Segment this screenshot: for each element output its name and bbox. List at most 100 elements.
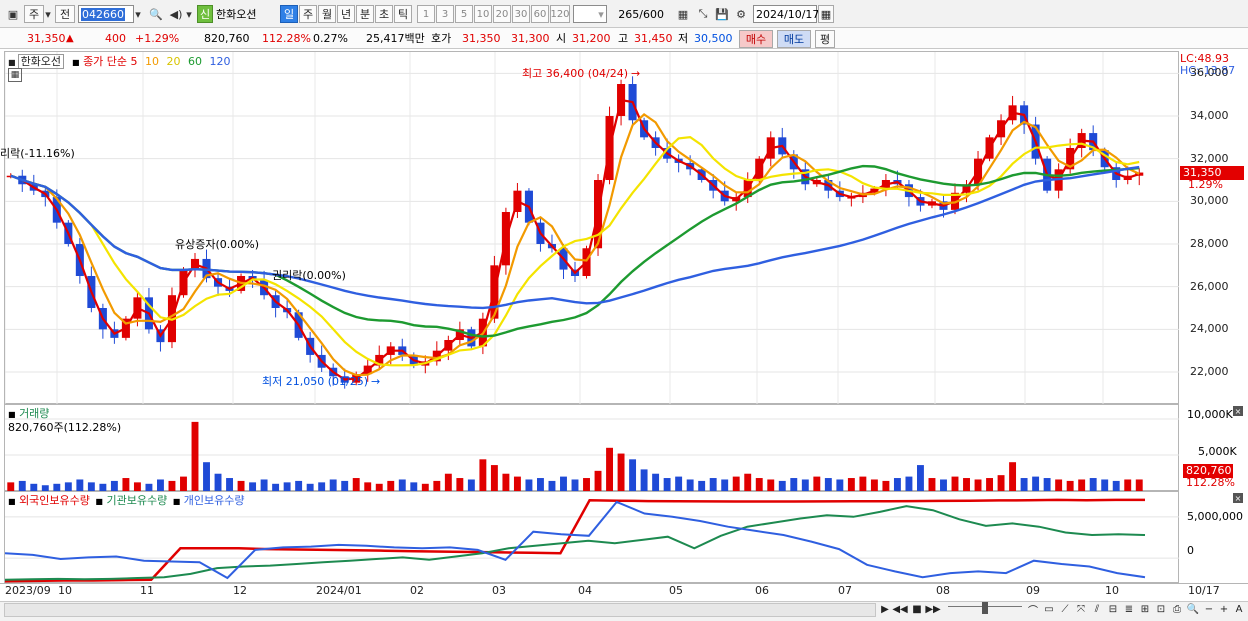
screenshot-icon[interactable]: ⎙ [1170,602,1184,616]
gear-icon[interactable]: ⚙ [732,5,750,23]
ma120-label: 120 [209,55,231,68]
window-menu-icon[interactable]: ▣ [4,5,22,23]
x-axis-label: 10 [58,584,72,597]
zoom-slider-handle[interactable] [982,602,988,614]
save-icon[interactable]: 💾 [713,5,731,23]
fast-back-icon[interactable]: ◀◀ [892,602,907,616]
count-field[interactable]: 265/600 [610,5,666,23]
volume-bar [18,480,26,491]
volume-bar [951,476,959,491]
sell-button[interactable]: 매도 [777,30,811,48]
buy-button[interactable]: 매수 [739,30,773,48]
cross-line-icon[interactable]: ⤧ [1074,602,1088,616]
open-value: 31,200 [572,32,611,45]
interval-5[interactable]: 5 [455,5,473,23]
volume-bar [583,478,590,491]
volume-close-icon[interactable]: × [1233,406,1243,416]
volume-ytick-10000k: 10,000K [1187,408,1233,421]
fast-forward-icon[interactable]: ▶▶ [925,602,940,616]
channel-icon[interactable]: ⫽ [1090,602,1104,616]
volume-bar [364,482,372,491]
eval-button[interactable]: 평 [815,30,835,48]
period-minute[interactable]: 분 [356,5,374,23]
minus-icon[interactable]: − [1202,602,1216,616]
prev-label: 전 [59,8,71,21]
text-tool-icon[interactable]: A [1232,602,1246,616]
stop-icon[interactable]: ■ [910,602,924,616]
interval-20[interactable]: 20 [493,5,511,23]
measure-icon[interactable]: ▭ [1042,602,1056,616]
period-second[interactable]: 초 [375,5,393,23]
stock-code-input[interactable]: 042660 [78,5,134,23]
plus-icon[interactable]: + [1217,602,1231,616]
compare-icon[interactable]: ▦ [674,5,692,23]
period-tick[interactable]: 틱 [394,5,412,23]
holder-axis [1179,491,1248,583]
volume-bar [629,459,637,491]
arrow-right-icon: → [631,67,641,80]
x-axis [0,583,1248,601]
calendar-button[interactable]: ▦ [818,5,834,23]
date-input[interactable]: 2024/10/17 [753,5,819,23]
shape-icon[interactable]: ⊞ [1138,602,1152,616]
volume-bar [663,478,671,491]
scroll-right-icon[interactable]: ▶ [878,602,892,616]
interval-60[interactable]: 60 [531,5,549,23]
volume-bar [790,478,798,491]
main-toolbar: ▣ 주 ▾ 전 042660 ▾ 🔍 ◀) ▾ 신 한화오션 일 주 월 년 분… [0,0,1248,28]
ratio-icon[interactable]: ⊟ [1106,602,1120,616]
fibo-icon[interactable]: ≣ [1122,602,1136,616]
speaker-dropdown-icon[interactable]: ▾ [184,5,194,23]
calendar-icon: ▦ [820,7,832,21]
market-select[interactable]: 주 [24,5,44,23]
holder-line-individual [5,500,1146,580]
tools-icon[interactable]: ⤡ [694,5,712,23]
interval-120[interactable]: 120 [550,5,570,23]
interval-10[interactable]: 10 [474,5,492,23]
scroll-track[interactable] [4,603,876,617]
volume-bar [53,483,61,491]
price-ytick: 34,000 [1190,109,1229,122]
x-axis-label: 2023/09 [5,584,51,597]
volume-bar [744,473,752,491]
legend-marker-icon: ■ [72,58,80,67]
volume-bar [905,476,913,491]
buy-label: 매수 [745,33,767,46]
volume-bar [847,478,855,491]
prev-button[interactable]: 전 [55,5,75,23]
turnover-value: 0.27% [313,32,348,45]
draw-tool-icon[interactable]: ⌒ [1026,602,1040,617]
search-icon[interactable]: 🔍 [1186,602,1200,616]
interval-1[interactable]: 1 [417,5,435,23]
price-ytick: 26,000 [1190,279,1229,293]
period-day[interactable]: 일 [280,5,298,23]
trend-line-icon[interactable]: ⟋ [1058,602,1072,616]
period-week[interactable]: 주 [299,5,317,23]
market-dropdown-icon[interactable]: ▾ [43,5,53,23]
code-dropdown-icon[interactable]: ▾ [132,5,144,23]
x-axis-label: 07 [838,584,852,597]
period-month[interactable]: 월 [318,5,336,23]
volume-bar [755,478,763,491]
interval-30-label: 30 [514,8,528,20]
low-value: 30,500 [694,32,733,45]
pane-name[interactable]: 한화오선 [17,54,65,69]
speaker-icon[interactable]: ◀) [167,5,185,23]
volume-bar [456,478,464,491]
volume-bar [1101,479,1109,491]
volume-bar [1043,478,1051,491]
table-icon[interactable]: ▦ [8,68,22,82]
layout-icon[interactable]: ⊡ [1154,602,1168,616]
eval-label: 평 [819,33,831,46]
period-year[interactable]: 년 [337,5,355,23]
volume-bar [283,482,291,491]
interval-dropdown-icon[interactable]: ▾ [595,5,607,23]
volume-bar [698,480,706,491]
high-label: 고 [618,32,629,45]
interval-3[interactable]: 3 [436,5,454,23]
volume-bar [940,479,947,491]
search-icon[interactable]: 🔍 [147,5,165,23]
holder-close-icon[interactable]: × [1233,493,1243,503]
interval-30[interactable]: 30 [512,5,530,23]
volume-bar [30,483,38,491]
